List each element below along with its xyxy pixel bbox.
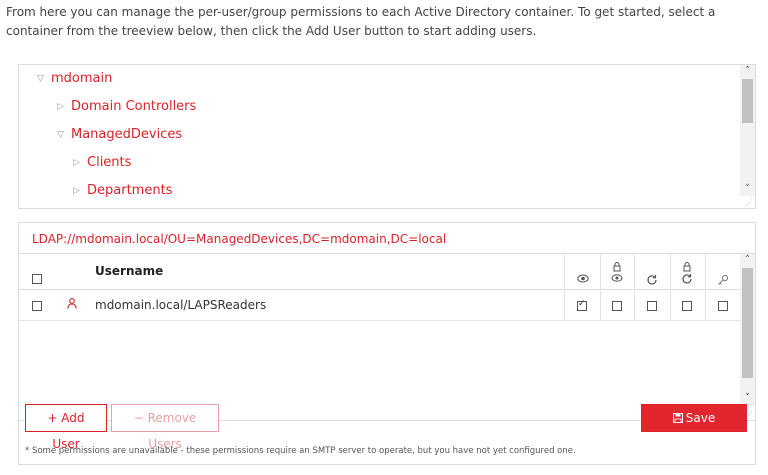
column-divider (600, 254, 601, 290)
column-divider (564, 291, 565, 321)
user-group-icon (67, 298, 77, 312)
column-divider (705, 291, 706, 321)
column-divider (670, 254, 671, 290)
ldap-path: LDAP://mdomain.local/OU=ManagedDevices,D… (32, 232, 447, 246)
scroll-up-icon[interactable]: ˄ (740, 65, 755, 78)
expand-triangle-icon[interactable]: ▽ (37, 69, 51, 89)
permissions-table: Username mdomain.local/LAPSReaders ✓ ˄ ˅… (19, 253, 755, 421)
tree-scrollbar[interactable]: ˄ ˅ (740, 65, 755, 196)
tree-node-clients[interactable]: ▷ Clients (73, 153, 131, 173)
lock-refresh-icon (680, 262, 694, 288)
table-scrollbar[interactable]: ˄ ˅ (740, 254, 755, 406)
permission-reset-checkbox[interactable] (647, 301, 657, 311)
collapse-triangle-icon[interactable]: ▷ (73, 153, 87, 173)
tree-node-domain-controllers[interactable]: ▷ Domain Controllers (57, 97, 196, 117)
tree-node-label: Departments (87, 183, 173, 198)
tree-node-label: mdomain (51, 71, 113, 86)
scrollbar-thumb[interactable] (742, 268, 753, 378)
username-column-header: Username (95, 264, 164, 278)
intro-text: From here you can manage the per-user/gr… (6, 5, 716, 38)
tree-node-label: ManagedDevices (71, 127, 183, 142)
container-treeview[interactable]: ▽ mdomain ▷ Domain Controllers ▽ ManagedDev… (18, 64, 756, 209)
permission-lock-read-checkbox[interactable] (612, 301, 622, 311)
tree-node-mdomain[interactable]: ▽ mdomain (37, 69, 112, 89)
save-disk-icon (672, 413, 683, 423)
permission-key-checkbox[interactable] (718, 301, 728, 311)
add-user-button[interactable]: + Add User (25, 404, 107, 451)
tree-node-label: Clients (87, 155, 132, 170)
eye-icon (576, 274, 590, 285)
tree-node-departments[interactable]: ▷ Departments (73, 181, 172, 201)
collapse-triangle-icon[interactable]: ▷ (73, 181, 87, 201)
table-row[interactable]: mdomain.local/LAPSReaders (19, 291, 741, 321)
column-divider (705, 254, 706, 290)
refresh-icon (645, 274, 659, 288)
select-all-checkbox[interactable] (32, 274, 42, 284)
scroll-down-icon[interactable]: ˅ (740, 183, 755, 196)
save-changes-button[interactable]: Save Changes (641, 404, 747, 451)
column-divider (634, 254, 635, 290)
permissions-panel: LDAP://mdomain.local/OU=ManagedDevices,D… (18, 222, 756, 465)
permission-read-checkbox[interactable] (577, 299, 587, 311)
column-divider (600, 291, 601, 321)
scrollbar-thumb[interactable] (742, 79, 753, 123)
table-header: Username (19, 254, 741, 290)
key-icon (716, 274, 730, 288)
tree-node-manageddevices[interactable]: ▽ ManagedDevices (57, 125, 182, 145)
column-divider (634, 291, 635, 321)
scroll-up-icon[interactable]: ˄ (740, 254, 755, 267)
lock-eye-icon (610, 262, 624, 286)
tree-node-label: Domain Controllers (71, 99, 197, 114)
expand-triangle-icon[interactable]: ▽ (57, 125, 71, 145)
row-username: mdomain.local/LAPSReaders (95, 298, 267, 312)
smtp-footnote: * Some permissions are unavailable - the… (25, 446, 576, 456)
column-divider (564, 254, 565, 290)
collapse-triangle-icon[interactable]: ▷ (57, 97, 71, 117)
permission-lock-reset-checkbox[interactable] (682, 301, 692, 311)
resize-grip-icon[interactable]: ⋰ (745, 199, 753, 207)
remove-users-button[interactable]: − Remove Users (111, 404, 219, 451)
column-divider (670, 291, 671, 321)
row-select-checkbox[interactable] (32, 301, 42, 311)
